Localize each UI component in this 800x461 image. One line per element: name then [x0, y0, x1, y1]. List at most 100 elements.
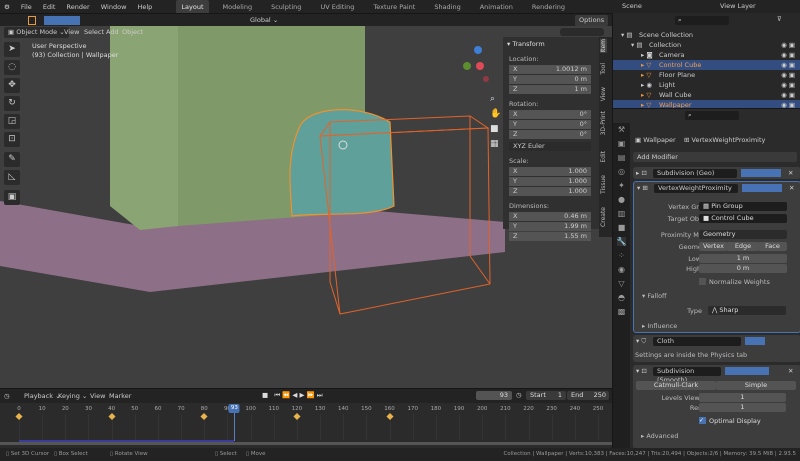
playback-controls[interactable]: ■ ⏮ ⏪ ◀ ▶ ⏩ ⏭	[262, 391, 323, 400]
modifier-toggles[interactable]	[725, 367, 769, 375]
properties-tab-icons[interactable]: ⚒ ▣ ▤ ◎ ✦ ● ▥ ■ 🔧 ⁘ ◉ ▽ ◓ ▩	[613, 123, 630, 319]
select-mode-icons[interactable]	[44, 16, 80, 25]
menu-playback[interactable]: Playback ⌄	[24, 392, 61, 400]
rotation-x-field[interactable]: X 0°	[509, 110, 591, 119]
location-x-field[interactable]: X 1.0012 m	[509, 65, 591, 74]
transform-panel-title[interactable]: ▾ Transform	[507, 40, 545, 48]
modifier-name-input[interactable]: Cloth	[653, 337, 741, 346]
visibility-toggle-icon[interactable]: ◉ ▣	[781, 40, 795, 50]
timeline-editor-icon[interactable]: ◷	[4, 392, 10, 400]
menu-view[interactable]: View	[64, 26, 79, 38]
scale-z-field[interactable]: Z 1.000	[509, 187, 591, 196]
falloff-type-dropdown[interactable]: ⋀ Sharp	[708, 306, 786, 315]
visibility-toggle-icon[interactable]: ◉ ▣	[781, 70, 795, 80]
zoom-hand-icons[interactable]: ⌕ ✋ ■ ▦	[490, 92, 501, 152]
shading-buttons[interactable]	[560, 28, 604, 36]
target-object-field[interactable]: ■ Control Cube	[699, 214, 787, 223]
vertex-group-field[interactable]: ▦ Pin Group	[699, 202, 787, 211]
rotation-z-field[interactable]: Z 0°	[509, 130, 591, 139]
current-frame-field[interactable]: 93	[476, 391, 512, 400]
blender-logo-icon[interactable]: ⚙	[4, 3, 10, 11]
menu-render[interactable]: Render	[67, 3, 90, 11]
outliner-search-input[interactable]: ⌕	[675, 16, 729, 25]
outliner-item[interactable]: ▾ ▤ Collection ◉ ▣	[613, 40, 800, 50]
outliner-item[interactable]: ▸ ◉ Light ◉ ▣	[613, 80, 800, 90]
view-layer-selector[interactable]: View Layer	[706, 0, 800, 13]
sidebar-tab-3d-print[interactable]: 3D-Print	[600, 111, 607, 135]
select-tool-icon[interactable]	[28, 16, 36, 25]
playhead-line[interactable]	[234, 413, 236, 441]
tool-annotate[interactable]: ✎	[4, 152, 20, 167]
visibility-toggle-icon[interactable]: ◉ ▣	[781, 90, 795, 100]
modifier-toggles[interactable]	[745, 337, 765, 345]
sidebar-tab-item[interactable]: Item	[600, 39, 607, 53]
object-mode-dropdown[interactable]: ▣ Object Mode ⌄	[4, 27, 69, 38]
dimensions-z-field[interactable]: Z 1.55 m	[509, 232, 591, 241]
menu-select[interactable]: Select	[84, 26, 104, 38]
scene-selector[interactable]: Scene	[612, 0, 706, 13]
modifier-name-input[interactable]: VertexWeightProximity	[654, 184, 738, 193]
visibility-toggle-icon[interactable]: ◉ ▣	[781, 60, 795, 70]
collapse-icon[interactable]: ▾ ⛉	[636, 335, 646, 347]
outliner-item[interactable]: ▾ ▤ Scene Collection	[613, 30, 800, 40]
outliner-item[interactable]: ▸ ▽ Control Cube ◉ ▣	[613, 60, 800, 70]
add-modifier-button[interactable]: Add Modifier	[633, 152, 797, 162]
simple-toggle[interactable]: Simple	[716, 381, 796, 390]
influence-subpanel[interactable]: ▸ Influence	[642, 322, 677, 330]
timeline-scrollbar[interactable]	[0, 442, 612, 445]
collapse-icon[interactable]: ▾ ⊞	[637, 182, 648, 194]
menu-object[interactable]: Object	[122, 26, 143, 38]
sidebar-tab-edit[interactable]: Edit	[600, 151, 607, 163]
normalize-weights-checkbox[interactable]	[699, 278, 706, 285]
remove-modifier-icon[interactable]: ✕	[788, 167, 793, 179]
menu-view[interactable]: View	[90, 392, 105, 400]
dimensions-x-field[interactable]: X 0.46 m	[509, 212, 591, 221]
scale-x-field[interactable]: X 1.000	[509, 167, 591, 176]
proximity-mode-dropdown[interactable]: Geometry	[699, 230, 787, 239]
sidebar-tab-create[interactable]: Create	[600, 207, 607, 227]
tool-cursor[interactable]: ◌	[4, 60, 20, 75]
menu-marker[interactable]: Marker	[109, 392, 131, 400]
tool-move[interactable]: ✥	[4, 78, 20, 93]
expand-icon[interactable]: ▸ ⊡	[636, 167, 647, 179]
catmull-clark-toggle[interactable]: Catmull-Clark	[636, 381, 716, 390]
playhead-frame-label[interactable]: 93	[228, 404, 240, 413]
scale-y-field[interactable]: Y 1.000	[509, 177, 591, 186]
geometry-face-toggle[interactable]: Face	[758, 242, 787, 251]
tool-select-box[interactable]: ➤	[4, 42, 20, 57]
menu-window[interactable]: Window	[101, 3, 127, 11]
tool-measure[interactable]: ◺	[4, 170, 20, 185]
visibility-toggle-icon[interactable]: ◉ ▣	[781, 50, 795, 60]
modifier-name-input[interactable]: Subdivision (Smooth)	[653, 367, 721, 384]
modifier-toggles[interactable]	[741, 169, 781, 177]
advanced-subpanel[interactable]: ▸ Advanced	[641, 432, 678, 440]
sidebar-tab-view[interactable]: View	[600, 87, 607, 101]
menu-edit[interactable]: Edit	[43, 3, 56, 11]
dimensions-y-field[interactable]: Y 1.99 m	[509, 222, 591, 231]
outliner-item[interactable]: ▸ ▽ Wall Cube ◉ ▣	[613, 90, 800, 100]
remove-modifier-icon[interactable]: ✕	[788, 365, 793, 377]
levels-viewport-field[interactable]: 1	[699, 393, 786, 402]
menu-file[interactable]: File	[21, 3, 32, 11]
lowest-field[interactable]: 1 m	[699, 254, 787, 263]
modifier-name-input[interactable]: Subdivision (Geo)	[653, 169, 737, 178]
end-frame-field[interactable]: End 250	[567, 391, 609, 400]
highest-field[interactable]: 0 m	[699, 264, 787, 273]
sidebar-tab-tissue[interactable]: Tissue	[600, 175, 607, 194]
rotation-mode-dropdown[interactable]: XYZ Euler	[509, 142, 591, 151]
options-button[interactable]: Options	[575, 15, 609, 26]
outliner-item[interactable]: ▸ ▽ Floor Plane ◉ ▣	[613, 70, 800, 80]
render-levels-field[interactable]: 1	[699, 403, 786, 412]
properties-search[interactable]: ⌕	[685, 111, 739, 120]
tool-add-cube[interactable]: ▣	[4, 190, 20, 205]
geometry-edge-toggle[interactable]: Edge	[728, 242, 758, 251]
menu-help[interactable]: Help	[137, 3, 152, 11]
location-z-field[interactable]: Z 1 m	[509, 85, 591, 94]
menu-keying[interactable]: Keying ⌄	[58, 392, 87, 400]
optimal-display-checkbox[interactable]: ✓	[699, 417, 706, 424]
start-frame-field[interactable]: Start 1	[526, 391, 566, 400]
outliner-filter-icon[interactable]: ⊽	[777, 15, 782, 23]
geometry-vertex-toggle[interactable]: Vertex	[699, 242, 728, 251]
tool-transform[interactable]: ⊡	[4, 132, 20, 147]
tool-rotate[interactable]: ↻	[4, 96, 20, 111]
